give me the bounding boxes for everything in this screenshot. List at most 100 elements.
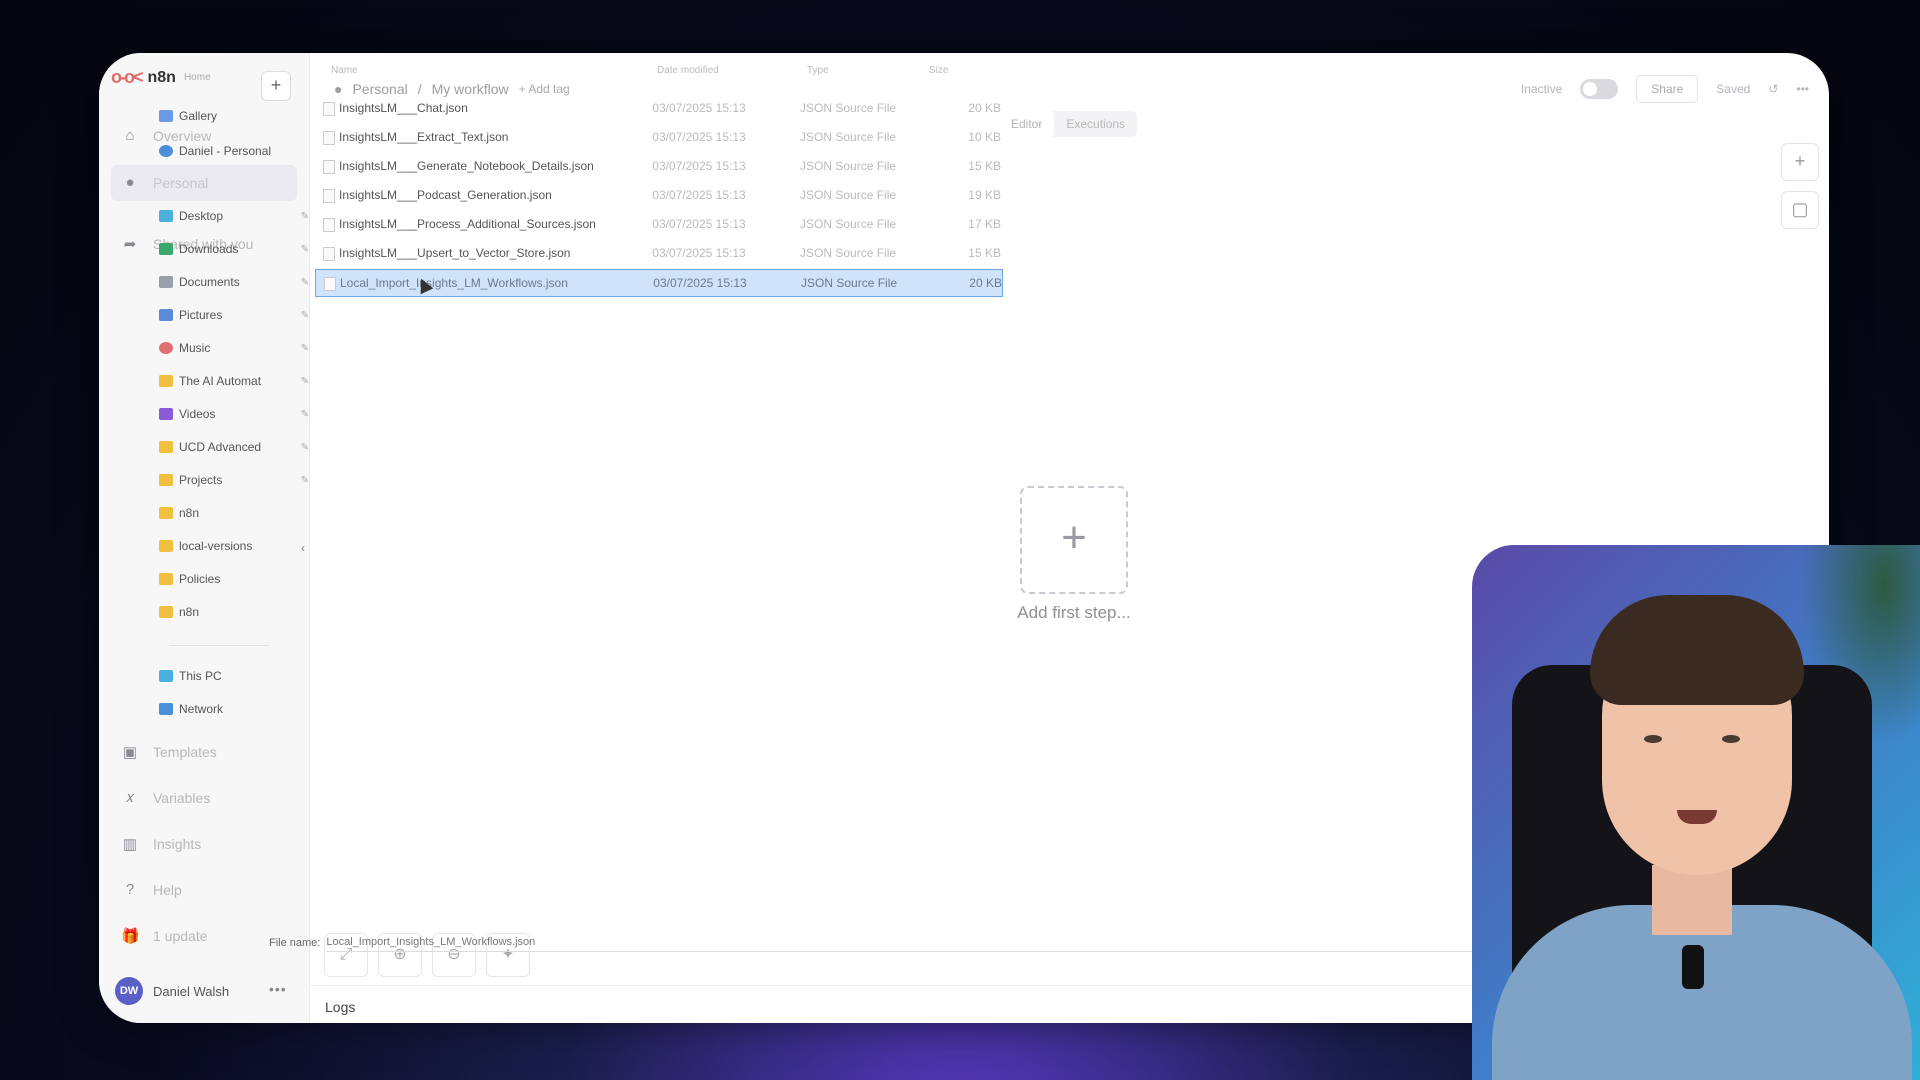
tab-editor[interactable]: Editor [999,111,1055,137]
sidebar-item-update[interactable]: 🎁 1 update [121,927,208,945]
n8n-logo[interactable]: o-o< n8n Home [111,67,211,88]
pin-icon[interactable]: ✎ [301,409,309,420]
add-first-step-button[interactable]: + [1020,486,1128,594]
sidebar-item-variables[interactable]: 𝑥 Variables [121,789,211,806]
nav-label: Pictures [179,308,223,322]
avatar: DW [115,977,143,1005]
nav-label: This PC [179,669,222,683]
nav-music[interactable]: Music ✎ [159,341,309,355]
music-icon [159,342,173,354]
nav-this-pc[interactable]: This PC [159,669,309,683]
table-row[interactable]: InsightsLM___Upsert_to_Vector_Store.json… [315,240,1001,266]
pin-icon[interactable]: ✎ [301,277,309,288]
file-type: JSON Source File [801,276,898,290]
nav-label: local-versions [179,539,253,553]
table-row[interactable]: InsightsLM___Extract_Text.json 03/07/202… [315,124,1001,150]
nav-label: Gallery [179,109,218,123]
pin-icon[interactable]: ✎ [301,244,309,255]
more-icon[interactable]: ••• [269,981,287,997]
editor-tabs: Editor Executions [999,111,1138,137]
pin-icon[interactable]: ✎ [301,310,309,321]
pin-icon[interactable]: ✎ [301,211,309,222]
pin-icon[interactable]: ✎ [301,475,309,486]
table-row[interactable]: InsightsLM___Generate_Notebook_Details.j… [315,153,1001,179]
sidebar: o-o< n8n Home + ⌂ Overview ● Personal ➦ … [99,53,310,1023]
sidebar-item-insights[interactable]: ▥ Insights [121,835,201,853]
nav-videos[interactable]: Videos ✎ [159,407,309,421]
sidebar-item-templates[interactable]: ▣ Templates [121,743,217,761]
nav-ai-automat[interactable]: The AI Automat ✎ [159,374,309,388]
user-profile[interactable]: DW Daniel Walsh [115,977,229,1005]
add-button[interactable]: + [261,71,291,101]
folder-icon [159,573,173,585]
nav-label: Desktop [179,209,224,223]
collapse-icon[interactable]: ‹ [301,541,305,555]
sidebar-item-help[interactable]: ? Help [121,881,182,898]
saved-label: Saved [1716,82,1751,96]
table-row[interactable]: InsightsLM___Podcast_Generation.json 03/… [315,182,1001,208]
user-name: Daniel Walsh [153,983,230,999]
column-header-name[interactable]: Name [331,65,358,76]
column-header-type[interactable]: Type [807,65,829,76]
active-toggle[interactable] [1580,79,1619,99]
file-name: InsightsLM___Extract_Text.json [315,130,652,145]
variables-icon: 𝑥 [125,789,135,806]
file-name-input[interactable]: Local_Import_Insights_LM_Workflows.json [326,933,1627,952]
add-tag-button[interactable]: + Add tag [519,82,570,96]
templates-icon: ▣ [122,744,138,761]
computer-icon [159,670,173,682]
file-size: 15 KB [968,246,1001,260]
sticky-note-icon[interactable]: ▢ [1781,191,1819,229]
home-label: Home [183,72,211,83]
nav-projects[interactable]: Projects ✎ [159,473,309,487]
n8n-logo-icon: o-o< [111,67,143,87]
more-icon[interactable]: ••• [1796,82,1809,96]
file-type: JSON Source File [800,246,897,260]
gallery-icon [159,110,173,122]
pin-icon[interactable]: ✎ [301,442,309,453]
table-row[interactable]: InsightsLM___Chat.json 03/07/2025 15:13 … [315,95,1001,121]
nav-label: Downloads [179,242,239,256]
presenter-hair [1590,595,1804,705]
document-icon [159,276,173,288]
file-size: 20 KB [968,101,1001,115]
folder-icon [159,375,173,387]
nav-downloads[interactable]: Downloads ✎ [159,242,309,256]
folder-icon [159,507,173,519]
nav-n8n-2[interactable]: n8n [159,605,309,619]
column-header-date[interactable]: Date modified [657,65,719,76]
file-date: 03/07/2025 15:13 [652,159,746,173]
nav-label: n8n [179,506,200,520]
nav-daniel-personal[interactable]: Daniel - Personal [159,144,309,158]
sidebar-item-overview[interactable]: ⌂ Overview [121,127,211,144]
nav-ucd-advanced[interactable]: UCD Advanced ✎ [159,440,309,454]
file-size: 20 KB [969,276,1002,290]
file-name-label: File name: [269,936,321,949]
home-icon: ⌂ [125,127,135,144]
nav-gallery[interactable]: Gallery [159,109,309,123]
logs-panel-label[interactable]: Logs [325,999,355,1015]
chart-icon: ▥ [122,836,138,853]
gift-icon: 🎁 [121,928,140,945]
nav-network[interactable]: Network [159,702,309,716]
column-header-size[interactable]: Size [929,65,948,76]
nav-desktop[interactable]: Desktop ✎ [159,209,309,223]
pin-icon[interactable]: ✎ [301,343,309,354]
add-node-icon[interactable]: + [1781,143,1819,181]
sidebar-item-personal[interactable]: ● Personal [111,165,297,201]
nav-pictures[interactable]: Pictures ✎ [159,308,309,322]
pin-icon[interactable]: ✎ [301,376,309,387]
nav-local-versions[interactable]: local-versions [159,539,309,553]
history-icon[interactable]: ↺ [1768,82,1778,96]
nav-n8n[interactable]: n8n [159,506,309,520]
table-row[interactable]: InsightsLM___Process_Additional_Sources.… [315,211,1001,237]
nav-documents[interactable]: Documents ✎ [159,275,309,289]
file-name: InsightsLM___Upsert_to_Vector_Store.json [315,246,652,261]
file-date: 03/07/2025 15:13 [652,246,746,260]
share-button[interactable]: Share [1636,75,1699,103]
help-icon: ? [125,881,135,898]
nav-policies[interactable]: Policies [159,572,309,586]
app-name: n8n [147,68,176,86]
tab-executions[interactable]: Executions [1054,111,1137,137]
cloud-icon [159,145,173,157]
